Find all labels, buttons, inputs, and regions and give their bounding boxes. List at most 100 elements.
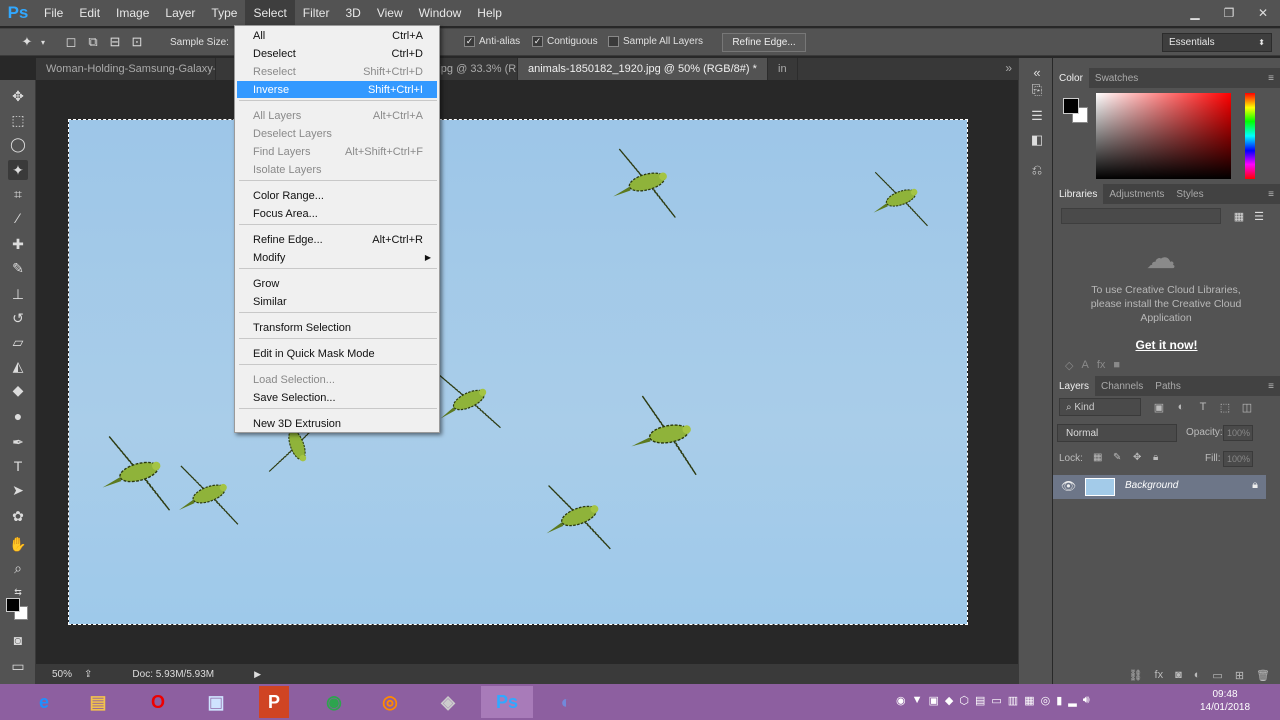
add-text-icon[interactable]: A [1081, 359, 1088, 371]
opera-icon[interactable]: O [132, 686, 184, 718]
lock-all-icon[interactable]: 🔒︎ [1153, 452, 1158, 463]
history-brush-icon[interactable]: ↺ [8, 308, 28, 328]
select-menu-item-edit-in-quick-mask-mode[interactable]: Edit in Quick Mask Mode [237, 345, 437, 362]
new-selection-icon[interactable]: ◻ [60, 32, 82, 52]
add-graphic-icon[interactable]: ◇ [1065, 359, 1073, 372]
tray-usb-icon[interactable]: ⬡ [959, 694, 969, 707]
tray-network-icon[interactable]: ▥ [1008, 694, 1018, 707]
tab-swatches[interactable]: Swatches [1089, 68, 1144, 88]
blend-mode-select[interactable]: Normal [1057, 424, 1177, 442]
tray-app-icon[interactable]: ◎ [1041, 694, 1051, 707]
powerpoint-icon[interactable]: P [259, 686, 289, 718]
tray-network-icon[interactable]: ▂ [1068, 694, 1076, 707]
select-menu-item-modify[interactable]: Modify ▶ [237, 249, 437, 266]
magic-wand-tool-icon[interactable]: ✦ [8, 160, 28, 180]
tray-app-icon[interactable]: ▤ [975, 694, 985, 707]
internet-explorer-icon[interactable]: e [18, 686, 70, 718]
add-mask-icon[interactable]: ◙ [1175, 669, 1182, 681]
layer-name[interactable]: Background [1125, 480, 1178, 491]
type-tool-icon[interactable]: T [8, 456, 28, 476]
grid-view-icon[interactable]: ▦ [1231, 208, 1247, 224]
menu-3d[interactable]: 3D [337, 0, 368, 26]
menu-help[interactable]: Help [469, 0, 510, 26]
tray-printer-icon[interactable]: ▦ [1024, 694, 1034, 707]
shape-filter-icon[interactable]: ⬚ [1217, 399, 1233, 415]
tab-overflow-icon[interactable]: » [1005, 61, 1012, 75]
tray-power-icon[interactable]: ▮ [1056, 694, 1062, 707]
delete-layer-icon[interactable]: 🗑︎ [1256, 669, 1270, 682]
anti-alias-checkbox[interactable]: ✓ Anti-alias [464, 36, 520, 47]
layer-row-background[interactable]: 👁︎ Background 🔒︎ [1053, 475, 1266, 499]
crop-tool-icon[interactable]: ⌗ [8, 184, 28, 204]
new-adjustment-icon[interactable]: ◐ [1194, 669, 1201, 681]
new-group-icon[interactable]: ▭ [1212, 669, 1222, 682]
gimp-icon[interactable]: ◈ [422, 686, 474, 718]
menu-image[interactable]: Image [108, 0, 157, 26]
panel-menu-icon[interactable]: ≡ [1268, 189, 1274, 200]
pixel-filter-icon[interactable]: ▣ [1151, 399, 1167, 415]
path-selection-icon[interactable]: ➤ [8, 480, 28, 500]
color-picker-field[interactable] [1096, 93, 1231, 179]
sample-all-layers-checkbox[interactable]: Sample All Layers [608, 36, 703, 47]
select-menu-item-grow[interactable]: Grow [237, 275, 437, 292]
shape-tool-icon[interactable]: ✿ [8, 506, 28, 526]
tray-discord-icon[interactable]: ◉ [896, 694, 906, 707]
firefox-icon[interactable]: ◎ [364, 686, 416, 718]
select-menu-item-save-selection[interactable]: Save Selection... [237, 389, 437, 406]
tab-channels[interactable]: Channels [1095, 376, 1149, 396]
properties-panel-icon[interactable]: ☰ [1027, 106, 1047, 126]
select-menu-item-focus-area[interactable]: Focus Area... [237, 205, 437, 222]
menu-view[interactable]: View [369, 0, 411, 26]
restore-button[interactable]: ❐ [1212, 0, 1246, 26]
export-icon[interactable]: ⇪ [84, 669, 92, 680]
menu-file[interactable]: File [36, 0, 71, 26]
collapse-panels-icon[interactable]: « [1027, 62, 1047, 82]
foreground-color-swatch[interactable] [1063, 98, 1079, 114]
filter-kind-select[interactable]: ⌕ Kind [1059, 398, 1141, 416]
select-menu-item-refine-edge[interactable]: Refine Edge... Alt+Ctrl+R [237, 231, 437, 248]
smart-object-filter-icon[interactable]: ◫ [1239, 399, 1255, 415]
eraser-tool-icon[interactable]: ▱ [8, 332, 28, 352]
photoshop-taskbar-icon[interactable]: Ps [481, 686, 533, 718]
menu-filter[interactable]: Filter [295, 0, 338, 26]
menu-type[interactable]: Type [203, 0, 245, 26]
add-selection-icon[interactable]: ⧉ [82, 32, 104, 52]
clone-stamp-icon[interactable]: ⊥ [8, 284, 28, 304]
select-menu-item-load-selection[interactable]: Load Selection... [237, 371, 437, 388]
link-layers-icon[interactable]: ⛓ [1129, 669, 1143, 682]
lasso-tool-icon[interactable]: ◯ [8, 134, 28, 154]
zoom-tool-icon[interactable]: ⌕ [8, 558, 28, 578]
lock-transparent-icon[interactable]: ▦ [1093, 452, 1102, 463]
tray-app-icon[interactable]: ▣ [929, 694, 939, 707]
tray-gdrive-icon[interactable]: ◆ [945, 694, 953, 707]
contiguous-checkbox[interactable]: ✓ Contiguous [532, 36, 598, 47]
brush-tool-icon[interactable]: ✎ [8, 258, 28, 278]
select-menu-item-all-layers[interactable]: All Layers Alt+Ctrl+A [237, 107, 437, 124]
lock-position-icon[interactable]: ✥ [1133, 452, 1141, 463]
list-view-icon[interactable]: ☰ [1251, 208, 1267, 224]
tray-volume-icon[interactable]: 🔊︎ [1083, 694, 1090, 707]
discord-icon[interactable]: ◐ [540, 686, 592, 718]
pen-tool-icon[interactable]: ✒ [8, 432, 28, 452]
add-color-icon[interactable]: ■ [1113, 359, 1120, 371]
minimize-button[interactable]: ▁ [1178, 0, 1212, 26]
panel-menu-icon[interactable]: ≡ [1268, 73, 1274, 84]
zoom-level[interactable]: 50% [52, 669, 72, 680]
refine-edge-button[interactable]: Refine Edge... [722, 33, 806, 52]
hand-tool-icon[interactable]: ✋ [8, 534, 28, 554]
quick-mask-icon[interactable]: ◙ [8, 630, 28, 650]
status-menu-arrow-icon[interactable]: ▶ [254, 669, 261, 680]
document-tab[interactable]: in [768, 58, 798, 80]
healing-brush-icon[interactable]: ✚ [8, 234, 28, 254]
canvas-area[interactable] [36, 80, 1018, 664]
subtract-selection-icon[interactable]: ⊟ [104, 32, 126, 52]
select-menu-item-all[interactable]: All Ctrl+A [237, 27, 437, 44]
blur-tool-icon[interactable]: ◆ [8, 380, 28, 400]
tab-color[interactable]: Color [1053, 68, 1089, 88]
tool-preset-dropdown-icon[interactable]: ▾ [38, 32, 48, 52]
document-tab[interactable]: Woman-Holding-Samsung-Galaxy-Sm [36, 58, 216, 80]
panel-menu-icon[interactable]: ≡ [1268, 381, 1274, 392]
tab-paths[interactable]: Paths [1149, 376, 1187, 396]
magic-wand-icon[interactable]: ✦ [16, 32, 38, 52]
menu-window[interactable]: Window [411, 0, 470, 26]
